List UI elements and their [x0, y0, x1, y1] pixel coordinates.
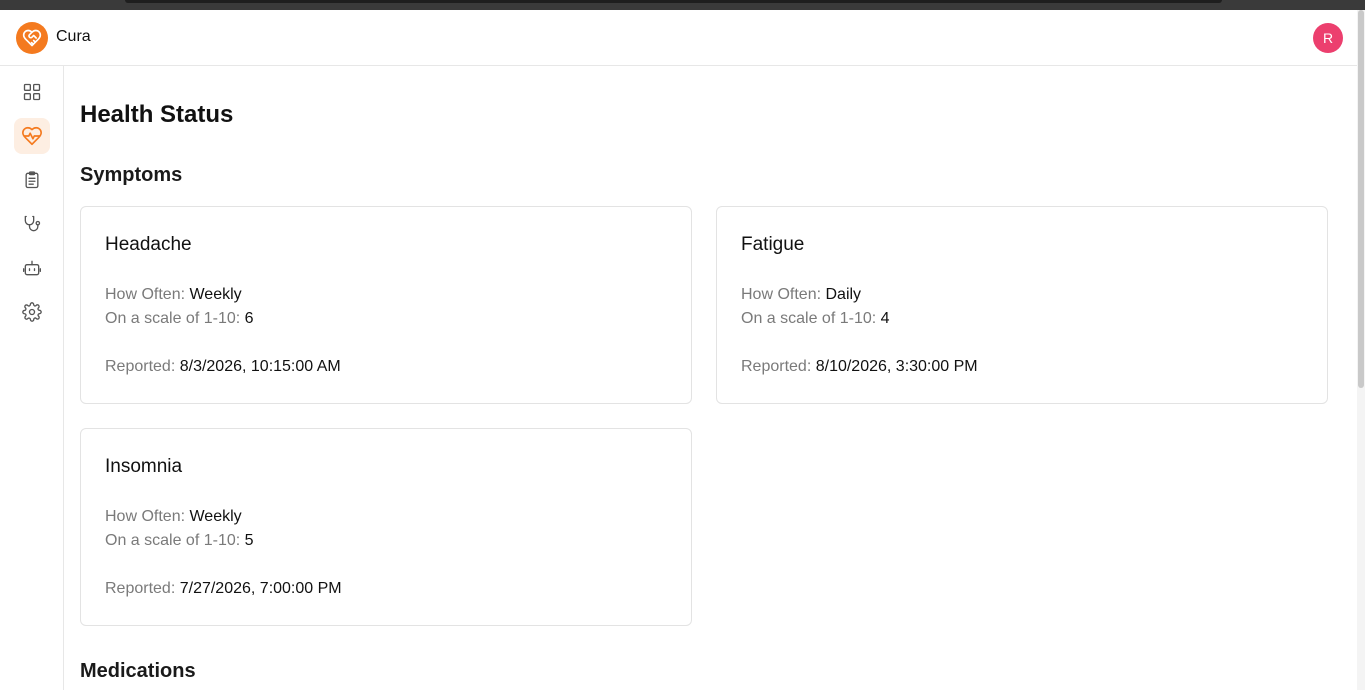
heart-pulse-icon: [22, 126, 42, 146]
symptom-card[interactable]: Insomnia How Often: Weekly On a scale of…: [80, 428, 692, 626]
reported-value: 8/3/2026, 10:15:00 AM: [179, 358, 341, 375]
severity-label: On a scale of 1-10:: [741, 310, 877, 327]
reported-row: Reported: 8/3/2026, 10:15:00 AM: [105, 358, 341, 376]
sidebar-item-health-status[interactable]: [14, 118, 50, 154]
robot-icon: [23, 260, 41, 276]
reported-value: 7/27/2026, 7:00:00 PM: [179, 580, 342, 597]
symptom-name: Headache: [105, 234, 192, 255]
severity-value: 6: [244, 310, 254, 327]
sidebar-item-dashboard[interactable]: [14, 74, 50, 110]
how-often-row: How Often: Daily: [741, 286, 861, 304]
window-top-strip: [0, 0, 1365, 10]
sidebar-item-settings[interactable]: [14, 294, 50, 330]
severity-label: On a scale of 1-10:: [105, 310, 241, 327]
user-avatar[interactable]: R: [1313, 23, 1343, 53]
sidebar-item-doctors[interactable]: [14, 206, 50, 242]
sidebar-item-records[interactable]: [14, 162, 50, 198]
how-often-label: How Often:: [741, 286, 822, 303]
severity-label: On a scale of 1-10:: [105, 532, 241, 549]
symptom-name: Insomnia: [105, 456, 183, 477]
heart-handshake-icon: [22, 29, 42, 47]
reported-row: Reported: 8/10/2026, 3:30:00 PM: [741, 358, 978, 376]
how-often-label: How Often:: [105, 508, 186, 525]
severity-row: On a scale of 1-10: 6: [105, 310, 254, 328]
sidebar: [0, 66, 64, 690]
how-often-label: How Often:: [105, 286, 186, 303]
how-often-value: Weekly: [189, 508, 242, 525]
how-often-row: How Often: Weekly: [105, 286, 242, 304]
app-header: Cura R: [0, 10, 1365, 66]
page-scrollbar[interactable]: [1357, 10, 1365, 690]
severity-row: On a scale of 1-10: 5: [105, 532, 254, 550]
reported-label: Reported:: [105, 580, 176, 597]
gear-icon: [22, 302, 42, 322]
symptom-card[interactable]: Fatigue How Often: Daily On a scale of 1…: [716, 206, 1328, 404]
how-often-value: Weekly: [189, 286, 242, 303]
reported-label: Reported:: [105, 358, 176, 375]
clipboard-icon: [25, 171, 39, 189]
app-logo[interactable]: [16, 22, 48, 54]
reported-row: Reported: 7/27/2026, 7:00:00 PM: [105, 580, 342, 598]
symptom-card[interactable]: Headache How Often: Weekly On a scale of…: [80, 206, 692, 404]
severity-value: 4: [880, 310, 890, 327]
stethoscope-icon: [24, 215, 41, 232]
medications-section-title: Medications: [80, 660, 196, 682]
reported-label: Reported:: [741, 358, 812, 375]
severity-row: On a scale of 1-10: 4: [741, 310, 890, 328]
sidebar-item-assistant[interactable]: [14, 250, 50, 286]
dashboard-grid-icon: [23, 83, 41, 101]
reported-value: 8/10/2026, 3:30:00 PM: [815, 358, 978, 375]
symptom-name: Fatigue: [741, 234, 805, 255]
severity-value: 5: [244, 532, 254, 549]
how-often-row: How Often: Weekly: [105, 508, 242, 526]
main-content: Health Status Symptoms Headache How Ofte…: [64, 66, 1356, 690]
avatar-initial: R: [1322, 30, 1334, 46]
how-often-value: Daily: [825, 286, 862, 303]
scrollbar-thumb[interactable]: [1358, 10, 1364, 388]
browser-chrome-bar: [125, 0, 1222, 3]
app-name[interactable]: Cura: [56, 28, 91, 46]
symptoms-section-title: Symptoms: [80, 164, 183, 186]
page-title: Health Status: [80, 101, 234, 128]
